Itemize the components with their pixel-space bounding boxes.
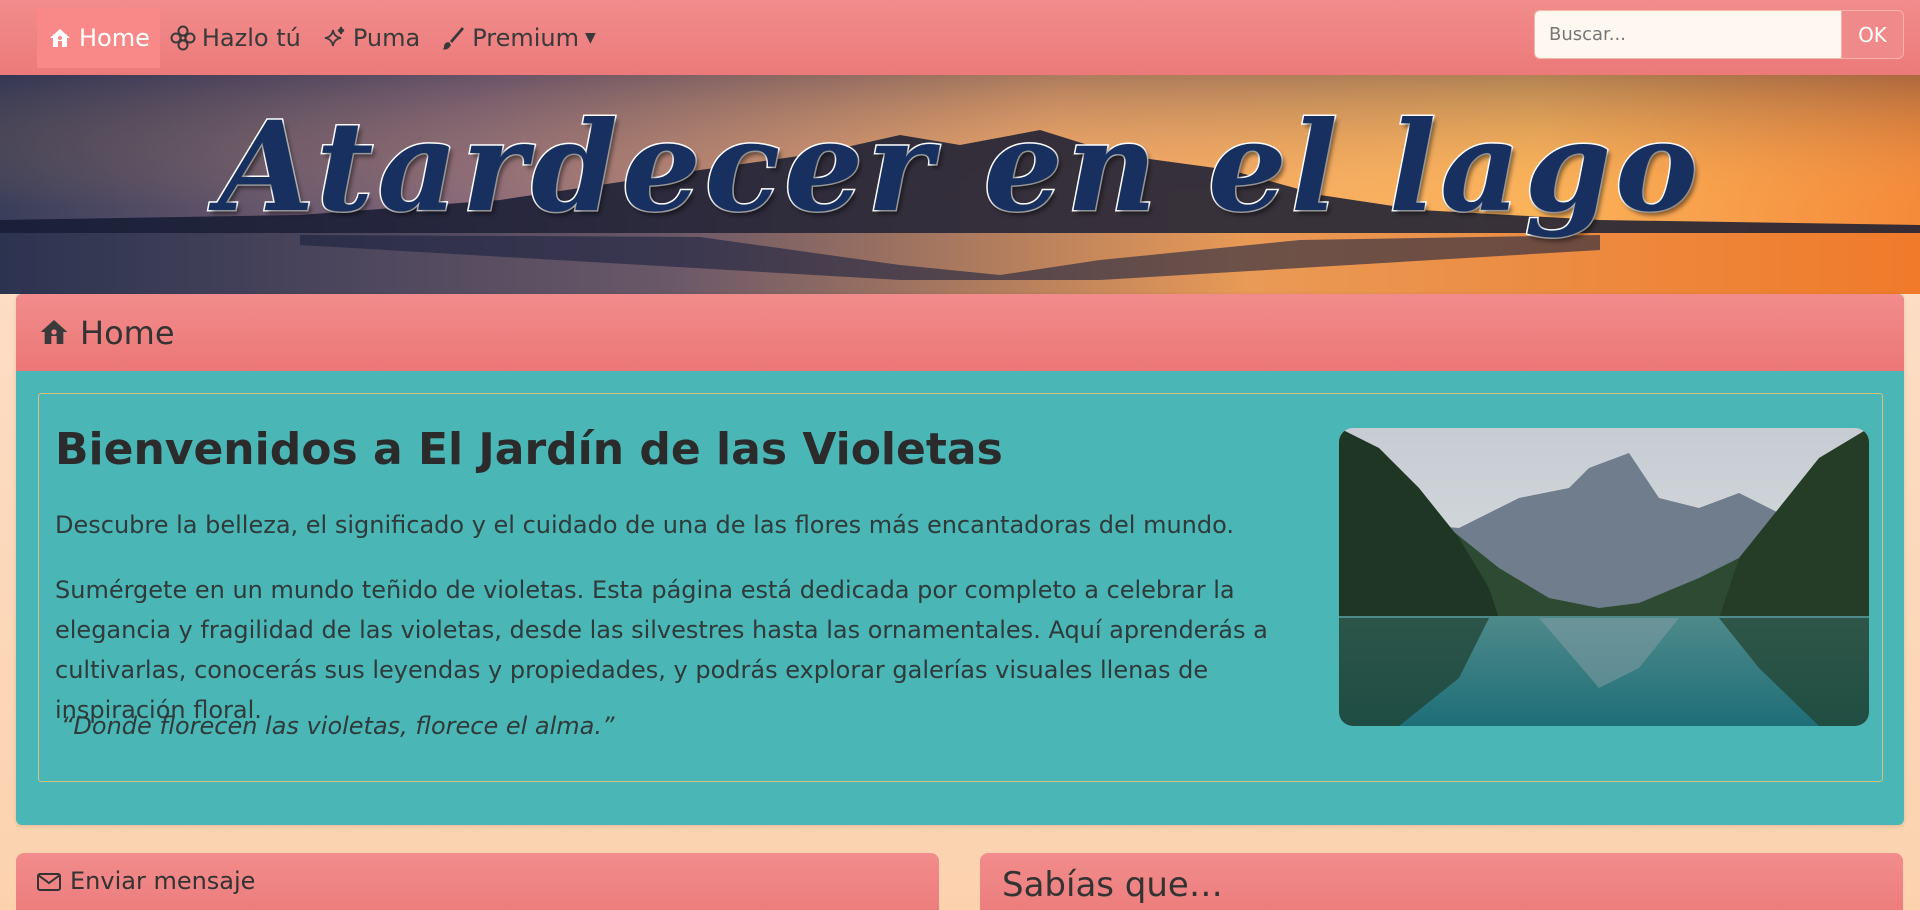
nav-item-label: Hazlo tú	[201, 23, 301, 52]
search-form: OK	[1534, 10, 1904, 59]
nav-list: Home Hazlo tú Puma Premium ▼	[37, 7, 606, 68]
did-you-know-card: Sabías que…	[980, 853, 1903, 910]
brush-icon	[440, 25, 466, 51]
home-card: Home Bienvenidos a El Jardín de las Viol…	[16, 294, 1904, 825]
nav-item-label: Premium	[472, 23, 579, 52]
chevron-down-icon: ▼	[584, 29, 596, 46]
nav-item-puma[interactable]: Puma	[311, 8, 430, 68]
welcome-quote: “Donde florecen las violetas, florece el…	[61, 712, 615, 740]
nav-item-hazlo-tu[interactable]: Hazlo tú	[160, 8, 311, 68]
top-navbar: Home Hazlo tú Puma Premium ▼ OK	[0, 0, 1920, 75]
banner-title: Atardecer en el lago	[217, 94, 1702, 242]
envelope-icon	[36, 869, 64, 897]
send-message-title: Enviar mensaje	[70, 867, 256, 895]
nav-item-label: Puma	[352, 23, 421, 52]
flower-icon	[170, 25, 196, 51]
lake-mountain-photo	[1339, 428, 1869, 726]
nav-item-premium[interactable]: Premium ▼	[430, 8, 606, 68]
welcome-intro: Descubre la belleza, el significado y el…	[55, 511, 1234, 539]
home-card-title: Home	[80, 313, 175, 352]
house-icon	[47, 25, 73, 51]
send-message-card: Enviar mensaje	[16, 853, 939, 910]
welcome-description: Sumérgete en un mundo teñido de violetas…	[55, 576, 1268, 724]
hero-banner: Atardecer en el lago	[0, 75, 1920, 294]
search-input[interactable]	[1534, 10, 1841, 59]
nav-item-home[interactable]: Home	[37, 7, 160, 68]
nav-item-label: Home	[79, 23, 150, 52]
search-button[interactable]: OK	[1841, 10, 1904, 59]
welcome-title: Bienvenidos a El Jardín de las Violetas	[55, 424, 1003, 475]
home-card-header: Home	[16, 294, 1904, 371]
welcome-box: Bienvenidos a El Jardín de las Violetas …	[38, 393, 1883, 782]
house-icon	[38, 316, 72, 350]
sparkles-icon	[321, 25, 347, 51]
did-you-know-title: Sabías que…	[1002, 865, 1223, 905]
